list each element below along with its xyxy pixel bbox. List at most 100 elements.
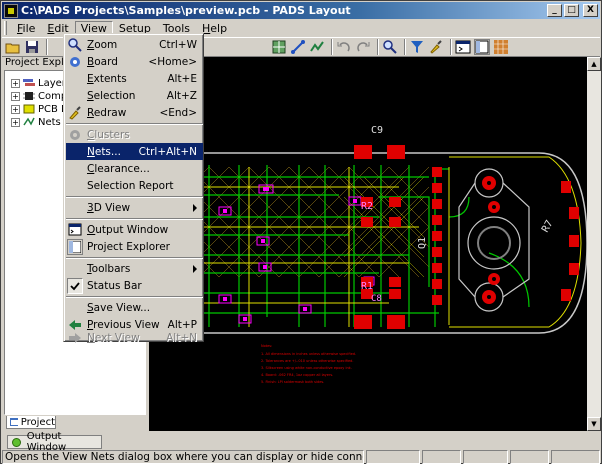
layer-color-icon[interactable]	[271, 39, 287, 55]
ref-q1: Q1	[417, 237, 428, 249]
zoom-icon	[67, 37, 83, 53]
ref-r1: R1	[361, 281, 373, 292]
output-window-icon	[67, 222, 83, 238]
output-window-bar: Output Window	[2, 431, 600, 453]
svg-text:2. Tolerances are +/-.010 unle: 2. Tolerances are +/-.010 unless otherwi…	[261, 359, 354, 363]
menuitem-selection[interactable]: Selection Alt+Z	[66, 87, 203, 104]
tab-project[interactable]: Project	[6, 416, 56, 429]
zoom-icon[interactable]	[382, 39, 398, 55]
through-hole-pads	[482, 176, 500, 304]
output-status-icon	[12, 437, 21, 447]
status-pane-3	[463, 449, 508, 464]
yellow-traces	[189, 156, 582, 328]
smd-pads	[354, 145, 579, 329]
ref-r7: R7	[540, 219, 556, 235]
status-bar: Opens the View Nets dialog box where you…	[2, 449, 600, 464]
route-icon[interactable]	[290, 39, 306, 55]
center-pad-ring	[477, 226, 511, 260]
submenu-arrow-icon	[193, 203, 197, 212]
svg-text:4. Board: .062 FR4, 1oz copper: 4. Board: .062 FR4, 1oz copper all layer…	[261, 373, 333, 377]
project-explorer-toggle-icon[interactable]	[474, 39, 490, 55]
title-bar[interactable]: C:\PADS Projects\Samples\preview.pcb - P…	[2, 2, 600, 19]
clusters-icon	[67, 127, 83, 143]
layers-icon	[23, 79, 35, 86]
redo-icon[interactable]	[355, 39, 371, 55]
check-icon	[67, 277, 83, 294]
pcb-board-drawing: C9 R2 R1 C8 Q1 R7 Notes: 1. All dimensio…	[188, 125, 587, 384]
menuitem-project-explorer[interactable]: Project Explorer	[66, 238, 203, 255]
svg-text:Notes:: Notes:	[261, 344, 272, 348]
scroll-up-arrow-icon[interactable]: ▲	[587, 57, 601, 71]
decal-icon	[23, 104, 35, 114]
close-button[interactable]: X	[583, 4, 598, 17]
output-window-toggle-icon[interactable]	[455, 39, 471, 55]
svg-text:1. All dimensions in inches un: 1. All dimensions in inches unless other…	[261, 352, 356, 356]
grid-icon[interactable]	[493, 39, 509, 55]
menuitem-toolbars[interactable]: Toolbars	[66, 260, 203, 277]
svg-text:3. Silkscreen using white non-: 3. Silkscreen using white non-conductive…	[261, 366, 352, 370]
svg-text:5. Finish: LPI soldermask both: 5. Finish: LPI soldermask both sides.	[261, 380, 324, 384]
ref-c9: C9	[371, 125, 383, 136]
menuitem-clearance[interactable]: Clearance...	[66, 160, 203, 177]
view-menu-dropdown: Zoom Ctrl+W Board <Home> Extents Alt+E S…	[63, 33, 204, 346]
menuitem-extents[interactable]: Extents Alt+E	[66, 70, 203, 87]
next-view-icon	[67, 330, 83, 346]
menu-separator	[66, 123, 203, 125]
menuitem-3d-view[interactable]: 3D View	[66, 199, 203, 216]
output-window-tab[interactable]: Output Window	[7, 431, 102, 453]
menu-separator	[66, 257, 203, 259]
window-title: C:\PADS Projects\Samples\preview.pcb - P…	[21, 4, 351, 17]
vertical-scrollbar[interactable]: ▲ ▼	[587, 57, 601, 431]
ref-r2: R2	[361, 201, 373, 212]
maximize-button[interactable]: □	[564, 4, 579, 17]
open-icon[interactable]	[5, 39, 21, 55]
filter-icon[interactable]	[409, 39, 425, 55]
menu-file[interactable]: File	[11, 21, 41, 36]
menuitem-next-view[interactable]: Next View Alt+N	[66, 330, 203, 346]
menuitem-redraw[interactable]: Redraw <End>	[66, 104, 203, 121]
menuitem-selection-report[interactable]: Selection Report	[66, 177, 203, 194]
menuitem-nets[interactable]: Nets... Ctrl+Alt+N	[66, 143, 203, 160]
status-pane-2	[422, 449, 462, 464]
redraw-icon	[67, 105, 83, 121]
ref-c8: C8	[371, 294, 382, 304]
submenu-arrow-icon	[193, 264, 197, 273]
menu-separator	[66, 196, 203, 198]
board-icon	[67, 54, 83, 70]
menuitem-save-view[interactable]: Save View...	[66, 299, 203, 316]
menu-separator	[66, 218, 203, 220]
menu-separator	[66, 296, 203, 298]
drc-icon[interactable]	[309, 39, 325, 55]
menuitem-output-window[interactable]: Output Window	[66, 221, 203, 238]
menuitem-status-bar[interactable]: Status Bar	[66, 277, 203, 294]
transistor-outline	[458, 168, 530, 312]
project-icon	[10, 418, 18, 426]
status-pane-1	[366, 449, 421, 464]
menuitem-clusters[interactable]: Clusters	[66, 126, 203, 143]
menuitem-previous-view[interactable]: Previous View Alt+P	[66, 316, 203, 333]
nets-icon	[23, 117, 35, 126]
app-icon[interactable]	[4, 3, 18, 18]
brush-icon[interactable]	[428, 39, 444, 55]
pcb-design-canvas[interactable]: C9 R2 R1 C8 Q1 R7 Notes: 1. All dimensio…	[149, 57, 587, 431]
component-icon	[23, 92, 35, 100]
status-pane-4	[509, 449, 549, 464]
pads-layout-window: C:\PADS Projects\Samples\preview.pcb - P…	[0, 0, 602, 464]
menubar-grip[interactable]	[4, 21, 7, 35]
menuitem-board[interactable]: Board <Home>	[66, 53, 203, 70]
expand-icon[interactable]: +	[11, 78, 20, 88]
expand-icon[interactable]: +	[11, 117, 20, 127]
undo-icon[interactable]	[336, 39, 352, 55]
menuitem-zoom[interactable]: Zoom Ctrl+W	[66, 36, 203, 53]
status-message: Opens the View Nets dialog box where you…	[2, 449, 364, 464]
status-pane-5	[550, 449, 600, 464]
project-explorer-icon	[67, 238, 83, 255]
tree-node-nets[interactable]: + Nets	[11, 116, 61, 128]
fabrication-notes: Notes: 1. All dimensions in inches unles…	[261, 344, 356, 384]
minimize-button[interactable]: _	[547, 4, 562, 17]
explorer-tabbar: Project	[4, 416, 146, 429]
save-icon[interactable]	[24, 39, 40, 55]
scroll-down-arrow-icon[interactable]: ▼	[587, 417, 601, 431]
expand-icon[interactable]: +	[11, 104, 20, 114]
expand-icon[interactable]: +	[11, 91, 20, 101]
